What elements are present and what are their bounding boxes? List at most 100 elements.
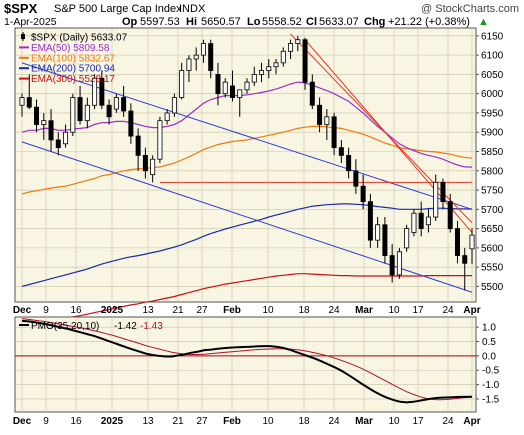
price-y-tick-label: 6050	[481, 70, 504, 81]
stockchart: $SPX S&P 500 Large Cap Index INDX @ Stoc…	[0, 0, 524, 430]
low-value: 5558.52	[262, 16, 302, 28]
candle-up	[84, 104, 90, 122]
stockcharts-watermark: @ StockCharts.com	[421, 3, 519, 15]
candle-down	[440, 181, 446, 203]
legend-candle-body	[21, 34, 25, 39]
open-label: Op	[122, 16, 138, 28]
price-legend: $SPX (Daily) 5633.07EMA(50) 5809.58EMA(1…	[19, 32, 128, 85]
pmo-x-tick-label: 17	[412, 416, 424, 427]
candle-up	[150, 158, 156, 176]
pmo-legend-value-2: -1.43	[140, 321, 163, 332]
price-y-tick-label: 5800	[481, 166, 504, 177]
price-y-tick-label: 5950	[481, 108, 504, 119]
close-label: Cl	[306, 16, 317, 28]
pmo-x-axis: Dec 9 16 2025 13 21 27 Feb 10 18 24 Mar 10 17 24 Apr	[13, 416, 481, 427]
price-y-tick-label: 5600	[481, 243, 504, 254]
price-y-tick-label: 5550	[481, 263, 504, 274]
price-x-tick-label: 10	[262, 305, 274, 316]
candle-up	[280, 50, 286, 64]
candle-down	[454, 228, 460, 256]
candle-down	[317, 104, 323, 125]
candle-down	[26, 97, 32, 108]
candle-down	[346, 154, 352, 172]
pmo-x-tick-label: 16	[70, 416, 82, 427]
price-y-tick-label: 5500	[481, 282, 504, 293]
candle-down	[338, 147, 344, 156]
price-x-tick-label: 21	[172, 305, 184, 316]
change-label: Chg	[364, 16, 385, 28]
candle-down	[215, 74, 221, 95]
candle-up	[41, 120, 47, 125]
candle-up	[375, 224, 381, 241]
pmo-y-tick-label: -0.5	[482, 366, 500, 377]
change-value: +21.22 (+0.38%)	[388, 16, 470, 28]
pmo-x-tick-label: 18	[298, 416, 310, 427]
candle-up	[295, 39, 301, 44]
pmo-x-tick-label: 10	[262, 416, 274, 427]
candle-up	[200, 43, 206, 56]
pmo-y-tick-label: -1.5	[482, 394, 500, 405]
pmo-legend-label: PMO(35,20,10)	[31, 321, 99, 332]
pmo-x-tick-label: Mar	[355, 416, 373, 427]
candle-down	[77, 97, 83, 122]
pmo-y-tick-label: -1.0	[482, 380, 500, 391]
candle-up	[433, 181, 439, 218]
open-value: 5597.53	[140, 16, 180, 28]
candle-down	[142, 154, 148, 172]
pmo-x-tick-label: Apr	[463, 416, 480, 427]
legend-entry-label: EMA(100) 5832.67	[31, 53, 115, 64]
candle-down	[55, 139, 61, 149]
price-x-tick-label: 24	[328, 305, 340, 316]
price-x-tick-label: 18	[298, 305, 310, 316]
candle-up	[396, 251, 402, 276]
candle-up	[171, 97, 177, 114]
pmo-x-tick-label: Feb	[223, 416, 241, 427]
candle-down	[389, 255, 395, 276]
candle-up	[266, 66, 272, 71]
price-x-tick-label: 17	[412, 305, 424, 316]
pmo-legend-value-1: -1.42	[114, 321, 137, 332]
candle-up	[164, 112, 170, 122]
price-x-tick-label: Dec	[13, 305, 32, 316]
candle-down	[121, 97, 127, 112]
candle-down	[208, 43, 214, 71]
price-x-tick-label: Feb	[223, 305, 241, 316]
pmo-y-tick-label: 1.0	[482, 323, 496, 334]
price-x-tick-label: 2025	[101, 305, 124, 316]
candle-up	[186, 58, 192, 71]
price-y-axis: 5500 5550 5600 5650 5700 5750 5800 5850 5900 5950…	[476, 31, 504, 293]
candle-down	[106, 104, 112, 118]
candle-up	[19, 97, 25, 106]
date-label: 1-Apr-2025	[4, 16, 57, 28]
candle-down	[34, 106, 40, 125]
pmo-x-tick-label: 13	[142, 416, 154, 427]
pmo-x-tick-label: 2025	[101, 416, 124, 427]
price-x-tick-label: 24	[442, 305, 454, 316]
price-y-tick-label: 6150	[481, 31, 504, 42]
price-x-tick-label: Mar	[355, 305, 373, 316]
candle-up	[273, 62, 279, 68]
price-y-tick-label: 5850	[481, 147, 504, 158]
candle-down	[418, 212, 424, 230]
price-x-tick-label: 9	[43, 305, 49, 316]
candle-up	[469, 234, 475, 250]
candle-down	[462, 255, 468, 264]
index-name: S&P 500 Large Cap Index	[54, 3, 182, 15]
high-value: 5650.57	[201, 16, 241, 28]
price-x-tick-label: 13	[142, 305, 154, 316]
price-y-tick-label: 5900	[481, 128, 504, 139]
pmo-x-tick-label: 24	[328, 416, 340, 427]
price-y-tick-label: 5650	[481, 224, 504, 235]
exchange-label: INDX	[179, 3, 206, 15]
candle-down	[353, 170, 359, 187]
candle-up	[411, 212, 417, 233]
price-x-tick-label: 16	[70, 305, 82, 316]
legend-entry-label: $SPX (Daily) 5633.07	[31, 33, 128, 44]
price-x-tick-label: 27	[196, 305, 208, 316]
candle-up	[157, 120, 163, 160]
pmo-y-tick-label: 0.5	[482, 337, 496, 348]
candle-down	[331, 116, 337, 149]
pmo-x-tick-label: 10	[388, 416, 400, 427]
candle-up	[425, 216, 431, 226]
pmo-x-tick-label: 9	[43, 416, 49, 427]
